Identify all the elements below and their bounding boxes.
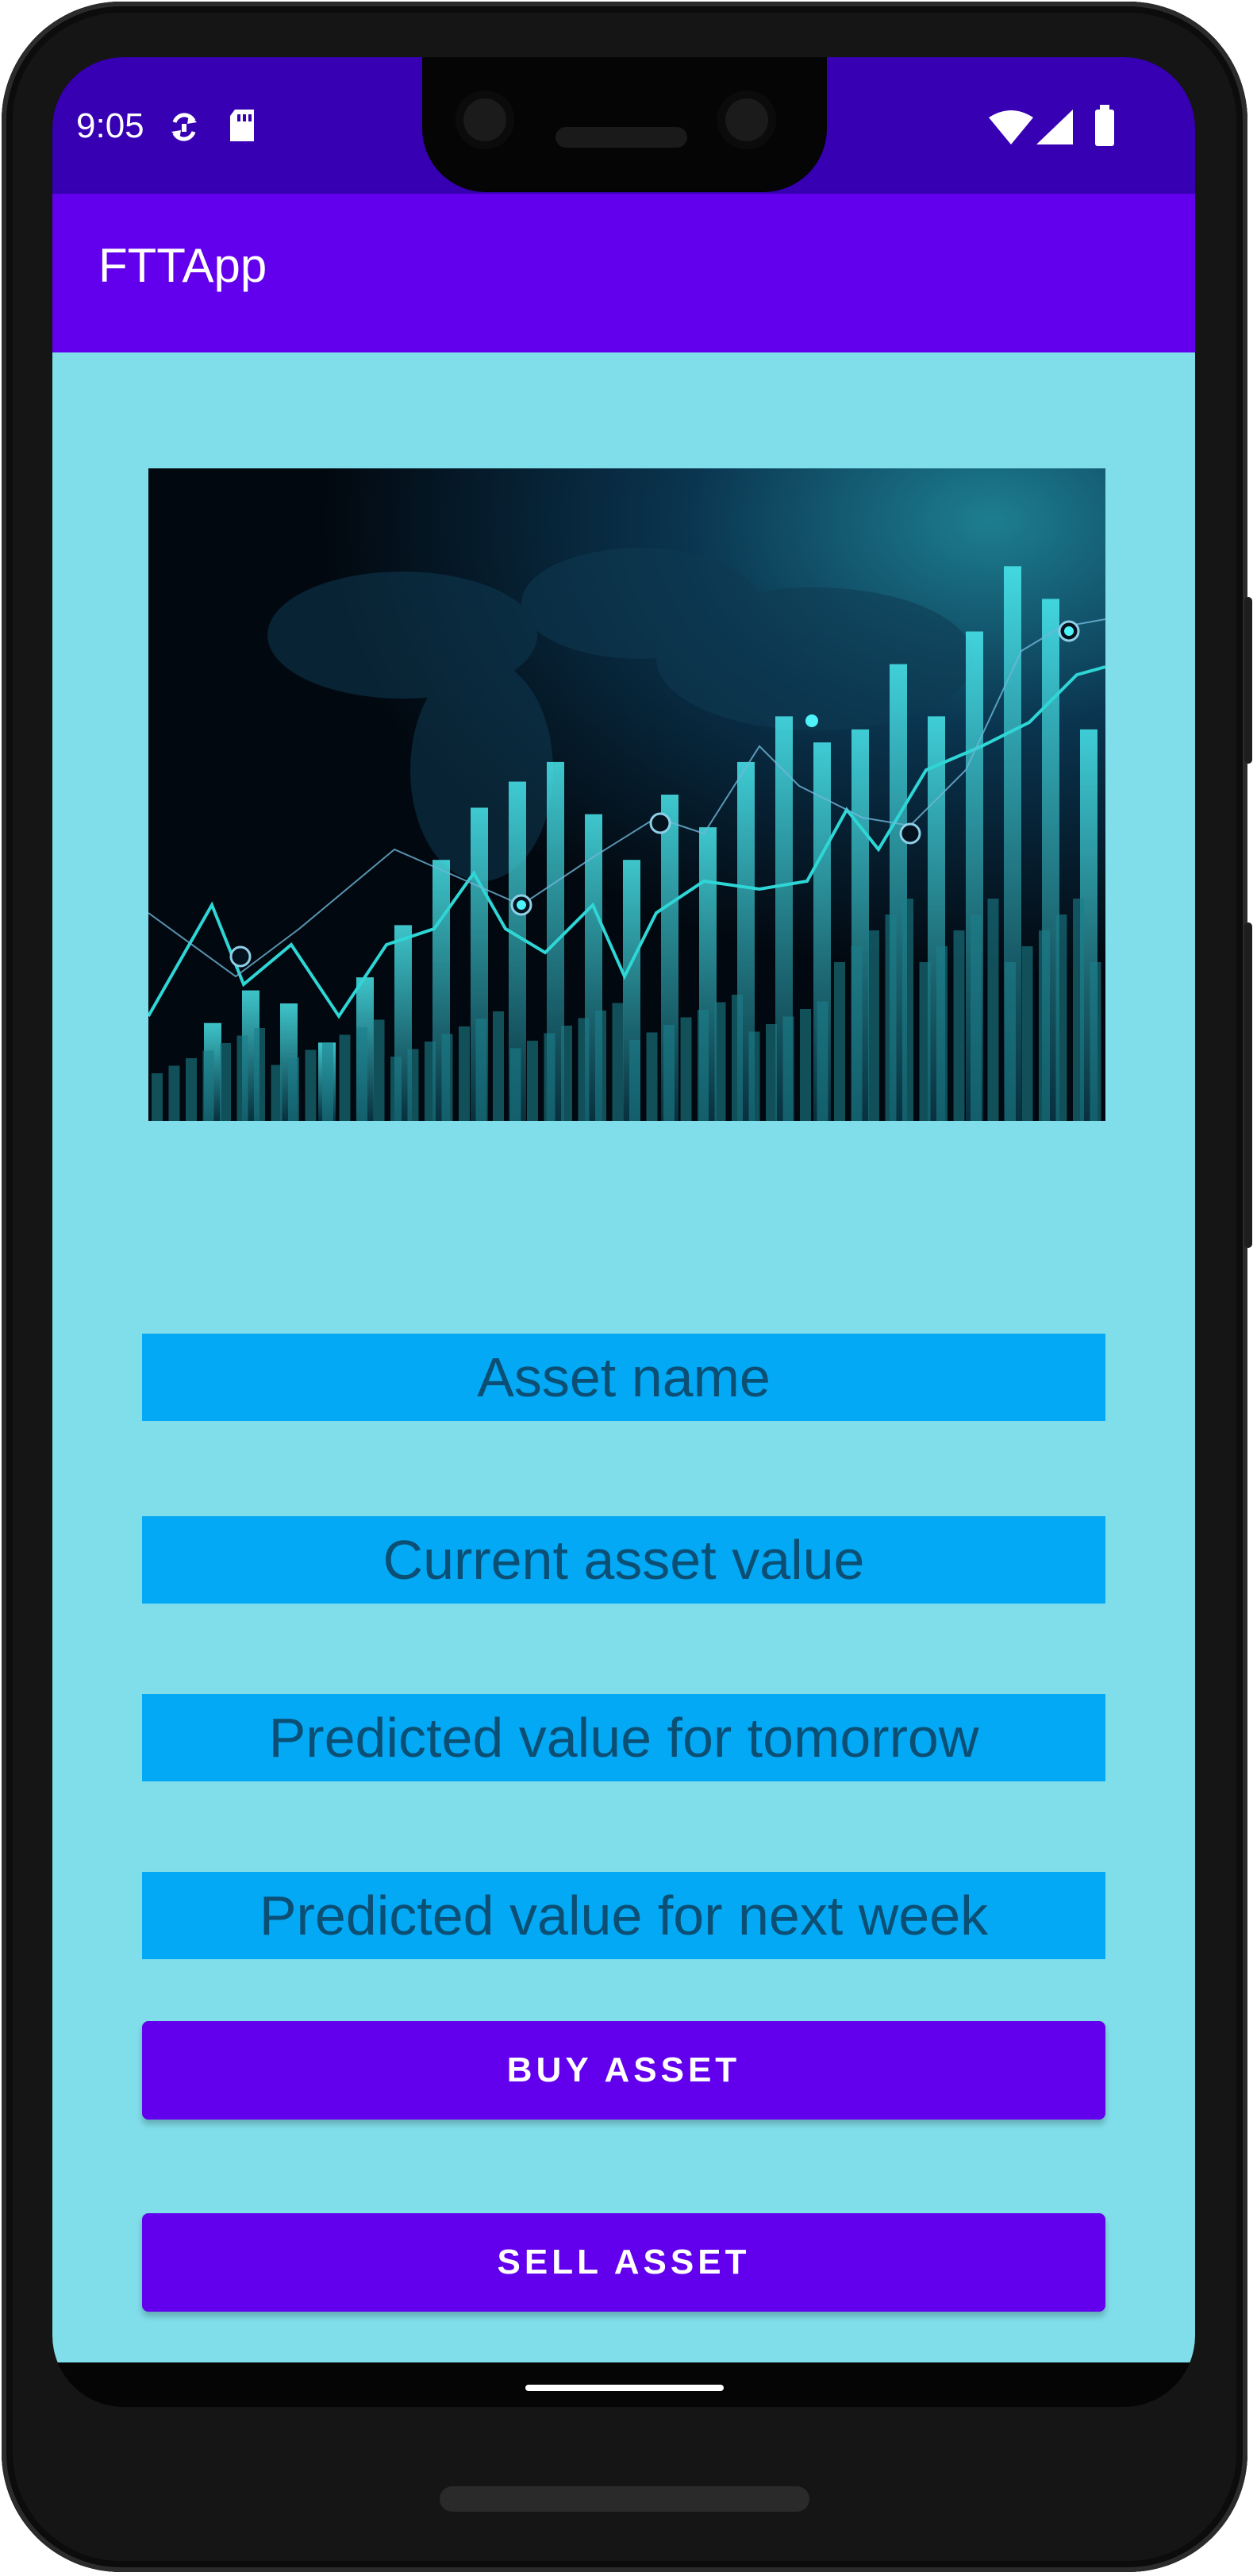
hero-volume-bar	[953, 930, 965, 1121]
hero-volume-bar	[1005, 962, 1016, 1121]
sd-card-icon	[230, 110, 254, 141]
hero-volume-bar	[441, 1034, 453, 1121]
hero-volume-bar	[1090, 962, 1101, 1121]
hero-volume-bar	[851, 946, 863, 1121]
hero-volume-bar	[868, 930, 879, 1121]
phone-screen: 9:05 FTTApp Asset name Current asset val…	[52, 57, 1195, 2407]
main-content: Asset name Current asset value Predicted…	[52, 352, 1195, 2362]
front-camera-right	[717, 90, 776, 149]
hero-volume-bar	[1073, 899, 1084, 1121]
power-button	[1244, 597, 1252, 764]
hero-volume-bar	[373, 1019, 385, 1121]
hero-volume-bar	[152, 1073, 163, 1121]
hero-volume-bar	[186, 1058, 197, 1121]
hero-volume-bar	[322, 1042, 333, 1121]
navigation-bar	[52, 2362, 1195, 2407]
app-bar: FTTApp	[52, 194, 1195, 352]
hero-volume-bar	[936, 946, 948, 1121]
volume-button	[1244, 922, 1252, 1248]
hero-volume-bar	[817, 1001, 828, 1121]
hero-volume-bar	[339, 1034, 351, 1121]
phone-frame: 9:05 FTTApp Asset name Current asset val…	[2, 2, 1252, 2572]
hero-volume-bar	[698, 1010, 709, 1121]
hero-volume-bar	[834, 962, 845, 1121]
hero-volume-bar	[663, 1025, 675, 1121]
hero-volume-bar	[732, 995, 743, 1121]
predicted-tomorrow-field[interactable]: Predicted value for tomorrow	[142, 1694, 1105, 1781]
hero-volume-bar	[254, 1028, 265, 1121]
hero-volume-bar	[612, 1003, 624, 1121]
stock-chart-image	[148, 468, 1105, 1121]
sell-asset-button[interactable]: SELL ASSET	[142, 2213, 1105, 2312]
hero-volume-bar	[987, 899, 999, 1121]
hero-volume-bar	[1039, 930, 1050, 1121]
hero-volume-bar	[578, 1018, 590, 1121]
hero-volume-bar	[902, 899, 913, 1121]
hero-volume-bar	[305, 1049, 317, 1121]
hero-volume-bar	[1021, 946, 1033, 1121]
hero-volume-bar	[356, 1027, 367, 1121]
hero-volume-bar	[168, 1065, 180, 1121]
predicted-next-week-field[interactable]: Predicted value for next week	[142, 1872, 1105, 1959]
status-time: 9:05	[76, 106, 144, 145]
hero-volume-bar	[527, 1041, 538, 1121]
hero-volume-bar	[459, 1026, 470, 1121]
buy-asset-button[interactable]: BUY ASSET	[142, 2021, 1105, 2120]
front-camera-left	[456, 90, 514, 149]
hero-volume-bar	[714, 1002, 726, 1121]
hero-volume-bar	[288, 1057, 299, 1121]
hero-volume-bar	[629, 1040, 640, 1121]
bottom-speaker-grille	[440, 2486, 809, 2512]
earpiece-speaker	[555, 127, 687, 148]
hero-volume-bar	[782, 1016, 794, 1121]
sync-icon	[171, 113, 197, 141]
hero-volume-bar	[425, 1042, 436, 1121]
hero-volume-bar	[220, 1043, 231, 1121]
hero-volume-bar	[646, 1032, 658, 1121]
hero-volume-bar	[271, 1065, 283, 1121]
hero-volume-bar	[509, 1048, 521, 1121]
hero-volume-bar	[800, 1009, 811, 1121]
hero-volume-bar	[680, 1017, 692, 1121]
hero-volume-bar	[919, 962, 931, 1121]
hero-volume-bar	[390, 1057, 402, 1121]
hero-volume-bar	[236, 1035, 248, 1121]
hero-volume-bar	[595, 1011, 606, 1121]
app-title: FTTApp	[98, 239, 267, 292]
hero-volume-bar	[766, 1024, 777, 1121]
hero-volume-bar	[885, 914, 897, 1121]
asset-name-field[interactable]: Asset name	[142, 1334, 1105, 1421]
signal-icon	[1036, 110, 1073, 144]
home-gesture-pill[interactable]	[525, 2385, 724, 2391]
hero-volume-bar	[561, 1026, 572, 1121]
battery-icon	[1095, 105, 1114, 146]
hero-volume-bar	[971, 914, 982, 1121]
hero-volume-bar	[493, 1011, 504, 1121]
hero-volume-bar	[1055, 914, 1067, 1121]
hero-volume-bar	[202, 1050, 214, 1121]
hero-volume-bar	[475, 1018, 487, 1121]
hero-volume-bar	[407, 1049, 419, 1121]
current-asset-value-field[interactable]: Current asset value	[142, 1516, 1105, 1604]
wifi-icon	[989, 110, 1033, 144]
hero-volume-bar	[544, 1033, 555, 1121]
hero-volume-bar	[748, 1031, 760, 1121]
